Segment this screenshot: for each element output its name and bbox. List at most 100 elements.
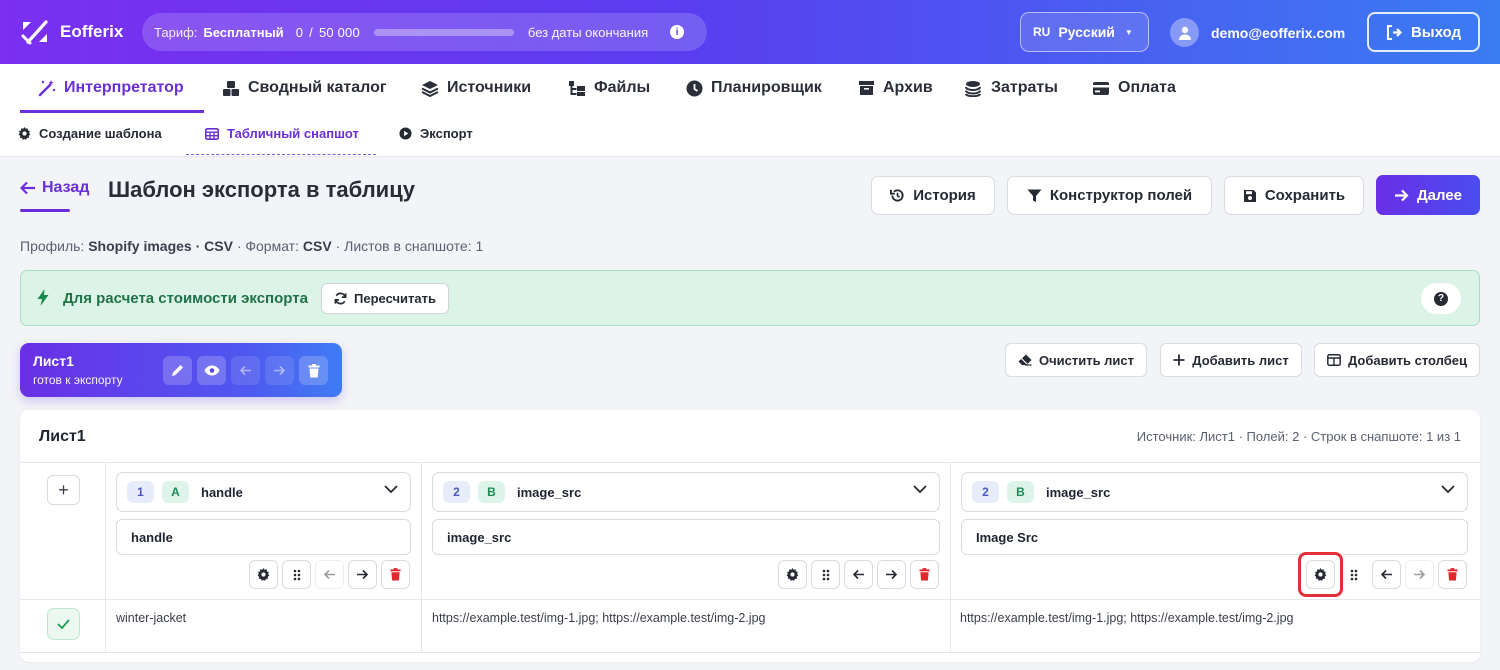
save-button[interactable]: Сохранить (1224, 176, 1364, 215)
insert-column-button[interactable]: + (47, 475, 80, 505)
column-drag-handle[interactable] (282, 560, 311, 589)
preview-sheet-button[interactable] (197, 356, 226, 385)
trash-icon (308, 363, 319, 377)
column-header-input[interactable]: handle (116, 519, 411, 555)
delete-sheet-button[interactable] (299, 356, 328, 385)
column-index-badge: 2 (443, 481, 470, 503)
user-email: demo@eofferix.com (1211, 24, 1346, 41)
sub-nav: Создание шаблона Табличный снапшот Экспо… (0, 114, 1500, 157)
column-header-input[interactable]: image_src (432, 519, 940, 555)
brand-name: Eofferix (60, 22, 124, 41)
nav-label: Сводный каталог (248, 79, 387, 96)
sheet-card-info: Источник: Лист1 · Полей: 2 · Строк в сна… (1136, 429, 1461, 444)
gear-icon (786, 568, 799, 581)
logout-button[interactable]: Выход (1367, 12, 1480, 52)
plan-label: Тариф: (154, 24, 198, 40)
add-column-button[interactable]: Добавить столбец (1314, 343, 1480, 377)
plan-progress-bar (373, 28, 514, 36)
move-column-right-button[interactable] (877, 560, 906, 589)
column-letter-badge: B (1007, 481, 1034, 503)
move-column-left-button[interactable] (844, 560, 873, 589)
floppy-disk-icon (1243, 189, 1256, 202)
main-nav: Интерпретатор Сводный каталог Источники … (0, 64, 1500, 114)
sheet-tab[interactable]: Лист1 готов к экспорту (20, 343, 342, 397)
nav-item-files[interactable]: Файлы (568, 64, 650, 112)
language-name: Русский (1058, 24, 1115, 40)
tab-export[interactable]: Экспорт (399, 126, 473, 141)
meta-format-value: CSV (302, 238, 332, 254)
delete-column-button[interactable] (381, 560, 410, 589)
info-icon[interactable]: i (670, 25, 685, 39)
sheet-tab-status: готов к экспорту (33, 373, 123, 387)
column-divider (105, 463, 106, 653)
column-settings-button[interactable] (778, 560, 807, 589)
nav-item-catalog[interactable]: Сводный каталог (222, 64, 387, 112)
help-button[interactable]: ? (1421, 283, 1461, 314)
history-button[interactable]: История (871, 176, 995, 215)
sheet-tab-name: Лист1 (33, 353, 74, 369)
tab-label: Создание шаблона (39, 126, 162, 141)
column-drag-handle[interactable] (811, 560, 840, 589)
clear-sheet-label: Очистить лист (1038, 352, 1135, 368)
grip-icon (293, 569, 300, 580)
back-link[interactable]: Назад (20, 179, 89, 197)
active-subnav-indicator (186, 154, 376, 155)
arrow-right-icon (1394, 189, 1409, 201)
rename-sheet-button[interactable] (163, 356, 192, 385)
column-source-select[interactable]: 2 B image_src (432, 472, 940, 512)
nav-label: Затраты (991, 79, 1058, 96)
next-button[interactable]: Далее (1376, 175, 1480, 215)
tab-template-creation[interactable]: Создание шаблона (18, 126, 162, 141)
back-label: Назад (42, 179, 90, 196)
nav-label: Архив (883, 79, 933, 96)
column-settings-button[interactable] (249, 560, 278, 589)
sign-out-icon (1386, 24, 1402, 40)
clear-sheet-button[interactable]: Очистить лист (1005, 343, 1147, 377)
language-select[interactable]: RU Русский ▼ (1020, 12, 1149, 52)
arrow-right-icon (1414, 569, 1426, 580)
column-header-input[interactable]: Image Src (961, 519, 1468, 555)
move-column-right-button[interactable] (1405, 560, 1434, 589)
nav-item-sources[interactable]: Источники (421, 64, 531, 112)
brand-mark-icon (21, 20, 48, 45)
back-underline (20, 209, 70, 212)
gear-icon (257, 568, 270, 581)
move-column-left-button[interactable] (1372, 560, 1401, 589)
tab-table-snapshot[interactable]: Табличный снапшот (205, 126, 359, 141)
move-column-left-button[interactable] (315, 560, 344, 589)
recalculate-button[interactable]: Пересчитать (321, 283, 449, 314)
archive-icon (857, 79, 875, 97)
column-source-select[interactable]: 2 B image_src (961, 472, 1468, 512)
delete-column-button[interactable] (1438, 560, 1467, 589)
move-sheet-right-button[interactable] (265, 356, 294, 385)
question-icon: ? (1434, 291, 1448, 306)
template-meta: Профиль: Shopify images · CSV · Формат: … (20, 238, 483, 254)
column-drag-handle[interactable] (1339, 560, 1368, 589)
nav-label: Планировщик (711, 79, 822, 96)
move-column-right-button[interactable] (348, 560, 377, 589)
grip-icon (1350, 569, 1357, 580)
move-sheet-left-button[interactable] (231, 356, 260, 385)
plus-icon (1173, 354, 1185, 366)
logout-label: Выход (1410, 23, 1462, 41)
user-avatar-icon (1170, 18, 1199, 47)
delete-column-button[interactable] (910, 560, 939, 589)
nav-item-interpreter[interactable]: Интерпретатор (38, 64, 184, 112)
meta-format-label: · Формат: (236, 238, 299, 254)
trash-icon (390, 568, 401, 581)
nav-item-costs[interactable]: Затраты (965, 64, 1058, 112)
nav-item-payment[interactable]: Оплата (1092, 64, 1176, 112)
nav-item-scheduler[interactable]: Планировщик (685, 64, 822, 112)
play-circle-icon (399, 127, 412, 140)
nav-item-archive[interactable]: Архив (857, 64, 933, 112)
plan-usage: Тариф: Бесплатный 0 / 50 000 без даты ок… (142, 13, 707, 51)
column-source-select[interactable]: 1 A handle (116, 472, 411, 512)
field-constructor-button[interactable]: Конструктор полей (1007, 176, 1212, 215)
user-menu[interactable]: demo@eofferix.com (1170, 18, 1345, 47)
nav-label: Оплата (1118, 79, 1176, 96)
add-sheet-button[interactable]: Добавить лист (1160, 343, 1302, 377)
top-bar: Eofferix Тариф: Бесплатный 0 / 50 000 бе… (0, 0, 1500, 64)
column-index-badge: 2 (972, 481, 999, 503)
brand-logo[interactable]: Eofferix (20, 18, 123, 46)
sheet-card: Лист1 Источник: Лист1 · Полей: 2 · Строк… (20, 410, 1480, 662)
